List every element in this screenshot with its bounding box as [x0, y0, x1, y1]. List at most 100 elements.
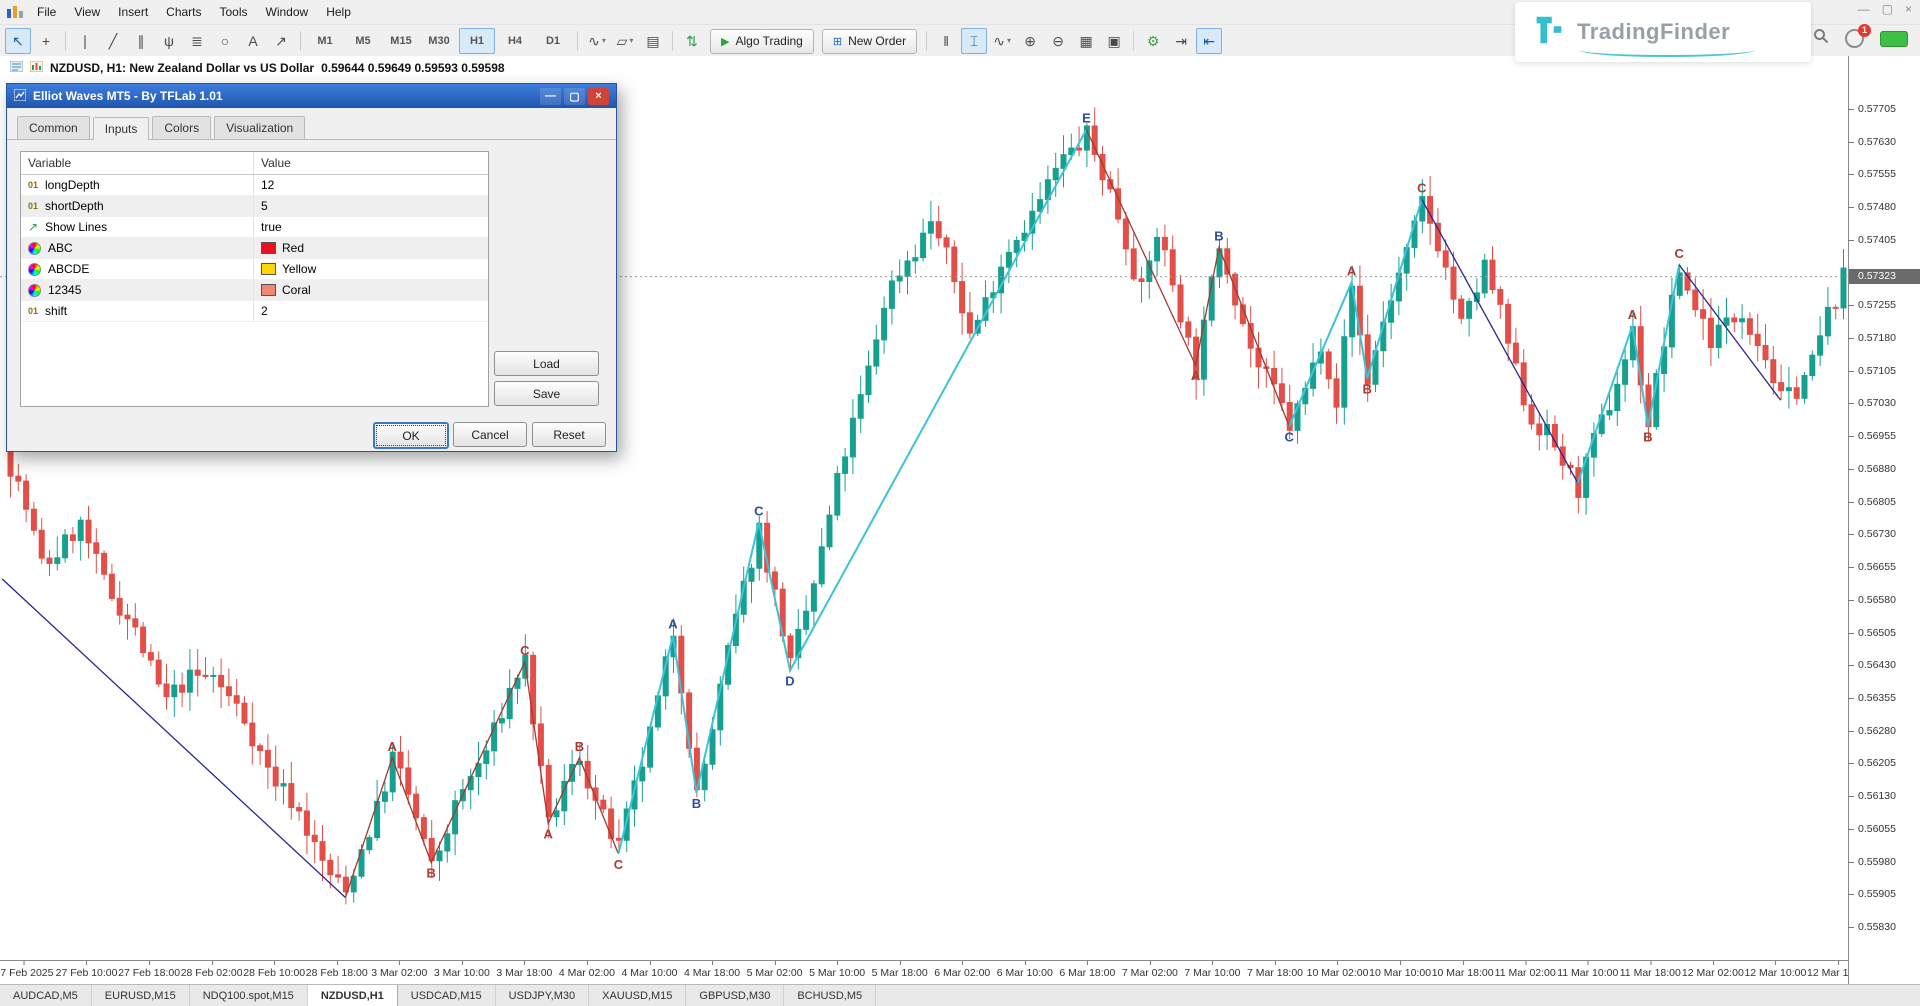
symbol-tab-ndq100-spot-m15[interactable]: NDQ100.spot,M15 — [190, 985, 308, 1006]
menu-charts[interactable]: Charts — [157, 2, 210, 22]
timeframe-h1[interactable]: H1 — [459, 28, 495, 54]
value-cell[interactable]: true — [254, 220, 488, 234]
timeframe-m1[interactable]: M1 — [307, 28, 343, 54]
value-cell[interactable]: 2 — [254, 304, 488, 318]
indicators-combo[interactable]: ∿▾ — [584, 28, 610, 54]
window-maximize-button[interactable]: ▢ — [1882, 2, 1893, 16]
search-icon[interactable] — [1813, 28, 1829, 49]
time-tick: 12 Mar 10:00 — [1744, 967, 1806, 979]
text-tool[interactable]: A — [240, 28, 266, 54]
timeframe-h4[interactable]: H4 — [497, 28, 533, 54]
reset-button[interactable]: Reset — [532, 422, 606, 447]
save-button[interactable]: Save — [494, 381, 599, 406]
value-cell[interactable]: Coral — [254, 283, 488, 297]
zoom-in-button[interactable]: ⊕ — [1017, 28, 1043, 54]
bar-chart-button[interactable]: ‖ — [933, 28, 959, 54]
value-cell[interactable]: Red — [254, 241, 488, 255]
table-row[interactable]: 01shift2 — [21, 301, 488, 322]
value-cell[interactable]: 5 — [254, 199, 488, 213]
window-close-button[interactable]: × — [1905, 2, 1912, 16]
dialog-tab-inputs[interactable]: Inputs — [93, 117, 150, 140]
wave-label-b: B — [692, 796, 701, 811]
price-tick: 0.57555 — [1858, 168, 1896, 180]
symbol-tab-eurusd-m15[interactable]: EURUSD,M15 — [92, 985, 190, 1006]
line-chart-button[interactable]: ∿▾ — [989, 28, 1015, 54]
algo-trading-button[interactable]: ▶Algo Trading — [710, 29, 814, 54]
symbol-tab-xauusd-m15[interactable]: XAUUSD,M15 — [589, 985, 686, 1006]
algo-trading-button-icon: ▶ — [721, 35, 729, 48]
timeframe-m30[interactable]: M30 — [421, 28, 457, 54]
color-wheel-icon — [28, 284, 41, 297]
dialog-tab-common[interactable]: Common — [17, 116, 90, 139]
time-axis[interactable]: 27 Feb 202527 Feb 10:0027 Feb 18:0028 Fe… — [0, 960, 1848, 985]
vertical-line-tool[interactable]: ∣ — [72, 28, 98, 54]
shapes-tool[interactable]: ○ — [212, 28, 238, 54]
symbol-tab-audcad-m5[interactable]: AUDCAD,M5 — [0, 985, 92, 1006]
new-order-button-label: New Order — [848, 34, 906, 48]
menu-file[interactable]: File — [28, 2, 65, 22]
dialog-tab-visualization[interactable]: Visualization — [214, 116, 305, 139]
arrows-tool[interactable]: ↗ — [268, 28, 294, 54]
dialog-minimize-button[interactable]: — — [540, 88, 561, 105]
time-tick: 3 Mar 10:00 — [434, 967, 490, 979]
price-axis[interactable]: 0.577050.576300.575550.574800.574050.573… — [1848, 56, 1920, 984]
dialog-maximize-button[interactable]: ▢ — [564, 88, 585, 105]
menu-tools[interactable]: Tools — [211, 2, 257, 22]
table-row[interactable]: ↗Show Linestrue — [21, 217, 488, 238]
tradingfinder-watermark: TradingFinder — [1515, 2, 1811, 62]
auto-scroll-button[interactable]: ⇤ — [1196, 28, 1222, 54]
cancel-button[interactable]: Cancel — [453, 422, 527, 447]
color-swatch — [261, 242, 276, 254]
equidistant-channel-tool[interactable]: ∥ — [128, 28, 154, 54]
crosshair-tool[interactable]: + — [33, 28, 59, 54]
dialog-title-bar[interactable]: Elliot Waves MT5 - By TFLab 1.01 — ▢ × — [7, 84, 616, 108]
color-wheel-icon — [28, 263, 41, 276]
dialog-tab-colors[interactable]: Colors — [152, 116, 211, 139]
wave-label-a: A — [388, 739, 398, 754]
table-row[interactable]: 01longDepth12 — [21, 175, 488, 196]
notifications-icon[interactable]: 1 — [1845, 29, 1864, 48]
menu-view[interactable]: View — [65, 2, 109, 22]
timeframe-d1[interactable]: D1 — [535, 28, 571, 54]
screenshot-button[interactable]: ▣ — [1101, 28, 1127, 54]
elliot-waves-dialog[interactable]: Elliot Waves MT5 - By TFLab 1.01 — ▢ × C… — [6, 83, 617, 452]
inputs-table[interactable]: VariableValue01longDepth1201shortDepth5↗… — [20, 151, 489, 407]
new-order-button[interactable]: ⊞New Order — [822, 29, 917, 54]
table-row[interactable]: 12345Coral — [21, 280, 488, 301]
step-forward-button[interactable]: ⇥ — [1168, 28, 1194, 54]
tick-chart-button[interactable]: ⇅ — [679, 28, 705, 54]
profiles-folder-button[interactable]: ▤ — [640, 28, 666, 54]
cursor-tool[interactable]: ↖ — [5, 28, 31, 54]
symbol-tab-usdcad-m15[interactable]: USDCAD,M15 — [398, 985, 496, 1006]
dialog-close-button[interactable]: × — [588, 88, 609, 105]
table-row[interactable]: ABCDEYellow — [21, 259, 488, 280]
andrews-pitchfork-tool[interactable]: ψ — [156, 28, 182, 54]
templates-combo[interactable]: ▱▾ — [612, 28, 638, 54]
dialog-tabs: CommonInputsColorsVisualization — [7, 108, 616, 140]
table-row[interactable]: ABCRed — [21, 238, 488, 259]
ok-button[interactable]: OK — [373, 422, 449, 449]
zoom-out-button[interactable]: ⊖ — [1045, 28, 1071, 54]
timeframe-m15[interactable]: M15 — [383, 28, 419, 54]
symbol-tab-nzdusd-h1[interactable]: NZDUSD,H1 — [308, 985, 398, 1006]
symbol-tab-gbpusd-m30[interactable]: GBPUSD,M30 — [686, 985, 784, 1006]
menu-help[interactable]: Help — [317, 2, 360, 22]
menu-window[interactable]: Window — [257, 2, 318, 22]
grid-button[interactable]: ▦ — [1073, 28, 1099, 54]
variable-name: shift — [45, 304, 67, 318]
symbol-tab-bchusd-m5[interactable]: BCHUSD,M5 — [784, 985, 876, 1006]
toolbar-separator — [577, 31, 578, 51]
trendline-tool[interactable]: ╱ — [100, 28, 126, 54]
settings-button[interactable]: ⚙ — [1140, 28, 1166, 54]
variable-value: Red — [282, 241, 304, 255]
value-cell[interactable]: Yellow — [254, 262, 488, 276]
symbol-tab-usdjpy-m30[interactable]: USDJPY,M30 — [496, 985, 589, 1006]
timeframe-m5[interactable]: M5 — [345, 28, 381, 54]
load-button[interactable]: Load — [494, 351, 599, 376]
fibonacci-retracement-tool[interactable]: ≣ — [184, 28, 210, 54]
menu-insert[interactable]: Insert — [109, 2, 157, 22]
table-row[interactable]: 01shortDepth5 — [21, 196, 488, 217]
candlestick-chart-button[interactable]: ⌶ — [961, 28, 987, 54]
value-cell[interactable]: 12 — [254, 178, 488, 192]
window-minimize-button[interactable]: — — [1858, 2, 1870, 16]
